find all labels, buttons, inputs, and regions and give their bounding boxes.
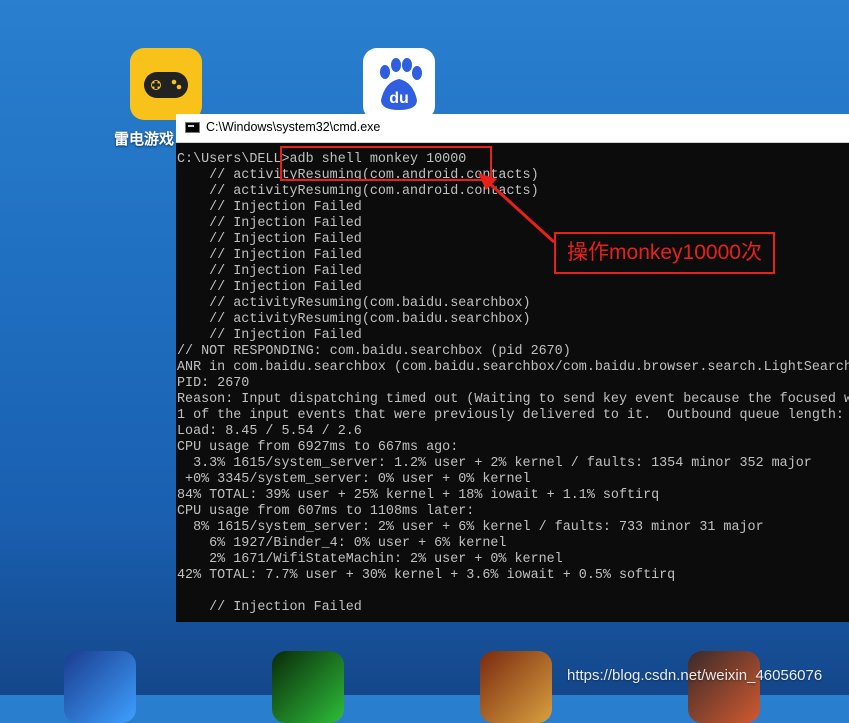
command-highlight-box [280, 146, 492, 181]
console-line: 42% TOTAL: 7.7% user + 30% kernel + 3.6%… [177, 568, 676, 583]
console-line: // activityResuming(com.baidu.searchbox) [177, 296, 531, 311]
console-line: // Injection Failed [177, 280, 362, 295]
console-line: +0% 3345/system_server: 0% user + 0% ker… [177, 472, 531, 487]
console-line: 3.3% 1615/system_server: 1.2% user + 2% … [177, 456, 812, 471]
console-line: // activityResuming(com.baidu.searchbox) [177, 312, 531, 327]
console-line: 8% 1615/system_server: 2% user + 6% kern… [177, 520, 764, 535]
console-line: ANR in com.baidu.searchbox (com.baidu.se… [177, 360, 849, 375]
console-line: Load: 8.45 / 5.54 / 2.6 [177, 424, 362, 439]
leidian-game-label: 雷电游戏 [114, 131, 175, 148]
game-app-icon[interactable] [480, 651, 552, 723]
console-line: // Injection Failed [177, 328, 362, 343]
console-line: // Injection Failed [177, 216, 362, 231]
window-title: C:\Windows\system32\cmd.exe [206, 120, 381, 134]
console-line: 84% TOTAL: 39% user + 25% kernel + 18% i… [177, 488, 660, 503]
console-line: // activityResuming(com.android.contacts… [177, 184, 539, 199]
svg-text:du: du [389, 90, 409, 107]
console-line: // activityResuming(com.android.contacts… [177, 168, 539, 183]
window-titlebar[interactable]: C:\Windows\system32\cmd.exe [176, 114, 849, 143]
console-line: // Injection Failed [177, 200, 362, 215]
console-line: 6% 1927/Binder_4: 0% user + 6% kernel [177, 536, 507, 551]
console-line: CPU usage from 6927ms to 667ms ago: [177, 440, 459, 455]
console-line: // Injection Failed [177, 600, 362, 615]
game-app-icon[interactable] [272, 651, 344, 723]
game-app-icon[interactable] [64, 651, 136, 723]
game-app-icon[interactable] [688, 651, 760, 723]
baidu-app-icon[interactable]: du [363, 48, 435, 120]
annotation-callout: 操作monkey10000次 [554, 232, 775, 274]
console-line: C:\Users\DELL>adb shell monkey 10000 [177, 152, 467, 167]
console-output[interactable]: C:\Users\DELL>adb shell monkey 10000 // … [177, 152, 849, 622]
cmd-icon [185, 122, 200, 133]
console-line: 1 of the input events that were previous… [177, 408, 844, 423]
console-line: 2% 1671/WifiStateMachin: 2% user + 0% ke… [177, 552, 563, 567]
cmd-window[interactable]: C:\Windows\system32\cmd.exe C:\Users\DEL… [176, 114, 849, 622]
console-line: PID: 2670 [177, 376, 250, 391]
watermark: https://blog.csdn.net/weixin_46056076 [567, 667, 823, 684]
console-line: // NOT RESPONDING: com.baidu.searchbox (… [177, 344, 571, 359]
leidian-game-icon[interactable] [130, 48, 202, 120]
console-line: Reason: Input dispatching timed out (Wai… [177, 392, 849, 407]
console-line: CPU usage from 607ms to 1108ms later: [177, 504, 475, 519]
